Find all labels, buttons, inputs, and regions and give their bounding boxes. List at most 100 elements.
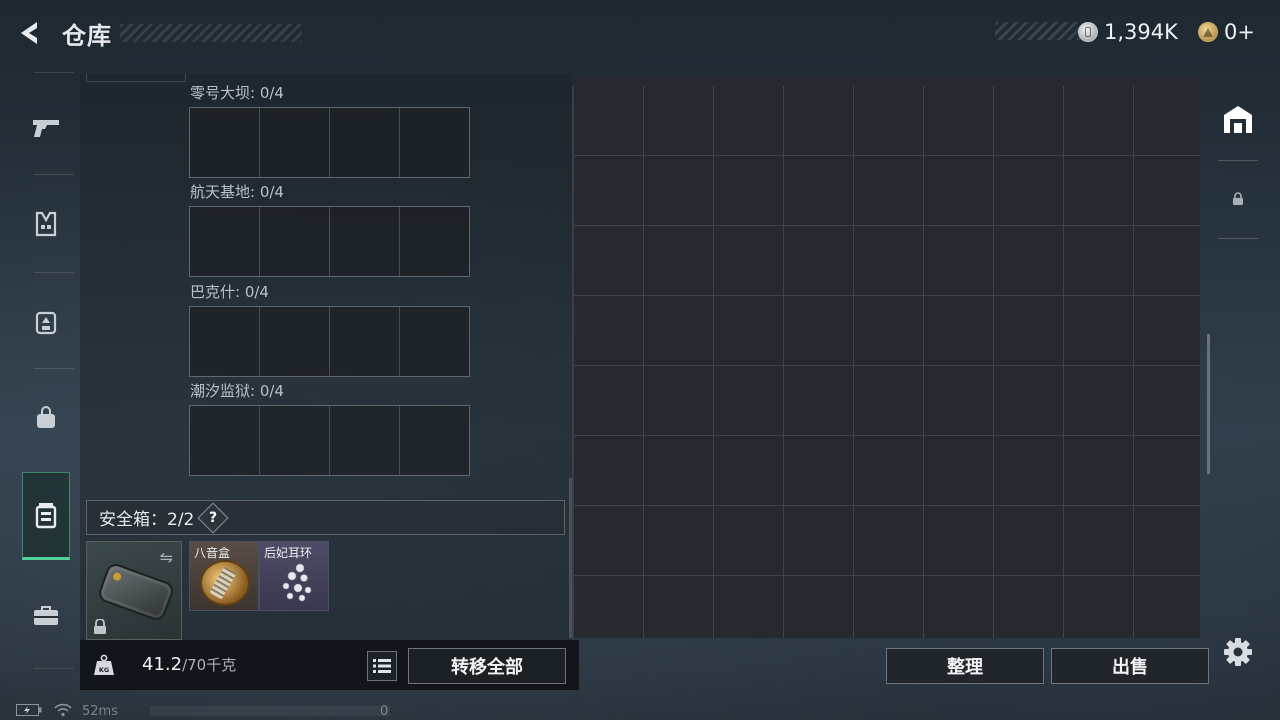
stash-cell[interactable] (574, 296, 644, 366)
stash-cell[interactable] (924, 156, 994, 226)
stash-cell[interactable] (644, 366, 714, 436)
silver-currency[interactable]: 1,394K (1078, 20, 1178, 44)
nav-item-safe-box[interactable] (22, 472, 70, 560)
stash-cell[interactable] (854, 156, 924, 226)
stash-cell[interactable] (574, 86, 644, 156)
sell-button[interactable]: 出售 (1051, 648, 1209, 684)
stash-cell[interactable] (924, 86, 994, 156)
nav-item-weapon[interactable] (22, 84, 70, 172)
region-slots-zero-dam[interactable] (189, 107, 470, 178)
stash-cell[interactable] (924, 576, 994, 638)
stash-cell[interactable] (784, 226, 854, 296)
stash-cell[interactable] (1064, 226, 1134, 296)
stash-cell[interactable] (574, 156, 644, 226)
list-view-button[interactable] (367, 651, 397, 681)
stash-cell[interactable] (854, 436, 924, 506)
sort-button[interactable]: 整理 (886, 648, 1044, 684)
tab-warehouse[interactable] (1216, 84, 1260, 154)
stash-cell[interactable] (784, 156, 854, 226)
stash-cell[interactable] (1064, 436, 1134, 506)
back-button[interactable] (12, 16, 46, 50)
stash-cell[interactable] (1134, 576, 1200, 638)
stash-cell[interactable] (1134, 506, 1200, 576)
stash-cell[interactable] (994, 506, 1064, 576)
stash-cell[interactable] (1064, 86, 1134, 156)
stash-cell[interactable] (994, 86, 1064, 156)
stash-cell[interactable] (644, 226, 714, 296)
container-scrollbar[interactable] (569, 478, 572, 638)
stash-scrollbar[interactable] (1207, 334, 1210, 474)
transfer-all-button[interactable]: 转移全部 (408, 648, 566, 684)
stash-cell[interactable] (924, 506, 994, 576)
stash-cell[interactable] (1064, 506, 1134, 576)
stash-cell[interactable] (714, 366, 784, 436)
stash-cell[interactable] (1064, 366, 1134, 436)
stash-cell[interactable] (1064, 576, 1134, 638)
stash-cell[interactable] (644, 576, 714, 638)
stash-cell[interactable] (644, 506, 714, 576)
stash-cell[interactable] (924, 296, 994, 366)
stash-cell[interactable] (714, 576, 784, 638)
swap-icon[interactable]: ⇋ (160, 548, 173, 567)
stash-cell[interactable] (924, 366, 994, 436)
stash-cell[interactable] (1134, 156, 1200, 226)
stash-cell[interactable] (574, 506, 644, 576)
stash-cell[interactable] (854, 296, 924, 366)
stash-cell[interactable] (574, 576, 644, 638)
region-slots-tide-prison[interactable] (189, 405, 470, 476)
stash-cell[interactable] (994, 436, 1064, 506)
gold-currency[interactable]: 0+ (1198, 20, 1255, 44)
stash-cell[interactable] (924, 226, 994, 296)
nav-item-bag[interactable] (22, 374, 70, 462)
stash-cell[interactable] (574, 226, 644, 296)
help-button[interactable]: ? (197, 501, 229, 534)
region-slots-brakkesh[interactable] (189, 306, 470, 377)
stash-cell[interactable] (784, 436, 854, 506)
stash-cell[interactable] (854, 506, 924, 576)
stash-cell[interactable] (1134, 86, 1200, 156)
stash-cell[interactable] (574, 436, 644, 506)
stash-cell[interactable] (1134, 296, 1200, 366)
stash-cell[interactable] (574, 366, 644, 436)
stash-cell[interactable] (854, 86, 924, 156)
stash-cell[interactable] (644, 86, 714, 156)
stash-cell[interactable] (714, 436, 784, 506)
stash-cell[interactable] (854, 226, 924, 296)
stash-cell[interactable] (924, 436, 994, 506)
stash-cell[interactable] (714, 226, 784, 296)
stash-cell[interactable] (784, 86, 854, 156)
stash-cell[interactable] (1134, 436, 1200, 506)
settings-gear-icon[interactable] (1222, 636, 1254, 668)
tab-locked[interactable] (1216, 164, 1260, 234)
stash-cell[interactable] (784, 576, 854, 638)
stash-grid[interactable] (572, 86, 1200, 638)
stash-cell[interactable] (644, 296, 714, 366)
stash-cell[interactable] (994, 576, 1064, 638)
safe-box-slot[interactable]: ⇋ (86, 541, 182, 640)
stash-cell[interactable] (784, 296, 854, 366)
stash-cell[interactable] (994, 156, 1064, 226)
stash-cell[interactable] (994, 226, 1064, 296)
stash-cell[interactable] (644, 436, 714, 506)
stash-cell[interactable] (994, 366, 1064, 436)
stash-cell[interactable] (714, 156, 784, 226)
region-slots-space-base[interactable] (189, 206, 470, 277)
stash-cell[interactable] (1064, 156, 1134, 226)
stash-cell[interactable] (714, 296, 784, 366)
stash-cell[interactable] (644, 156, 714, 226)
nav-item-armor[interactable] (22, 180, 70, 268)
nav-item-backpack[interactable] (22, 278, 70, 366)
stash-cell[interactable] (994, 296, 1064, 366)
nav-item-toolbox[interactable] (22, 572, 70, 660)
item-music-box[interactable]: 八音盒 (189, 541, 259, 611)
stash-cell[interactable] (854, 576, 924, 638)
stash-cell[interactable] (1134, 226, 1200, 296)
stash-cell[interactable] (714, 506, 784, 576)
stash-cell[interactable] (784, 366, 854, 436)
item-earring[interactable]: 后妃耳环 (259, 541, 329, 611)
stash-cell[interactable] (784, 506, 854, 576)
stash-cell[interactable] (1064, 296, 1134, 366)
stash-cell[interactable] (1134, 366, 1200, 436)
stash-cell[interactable] (854, 366, 924, 436)
stash-cell[interactable] (714, 86, 784, 156)
